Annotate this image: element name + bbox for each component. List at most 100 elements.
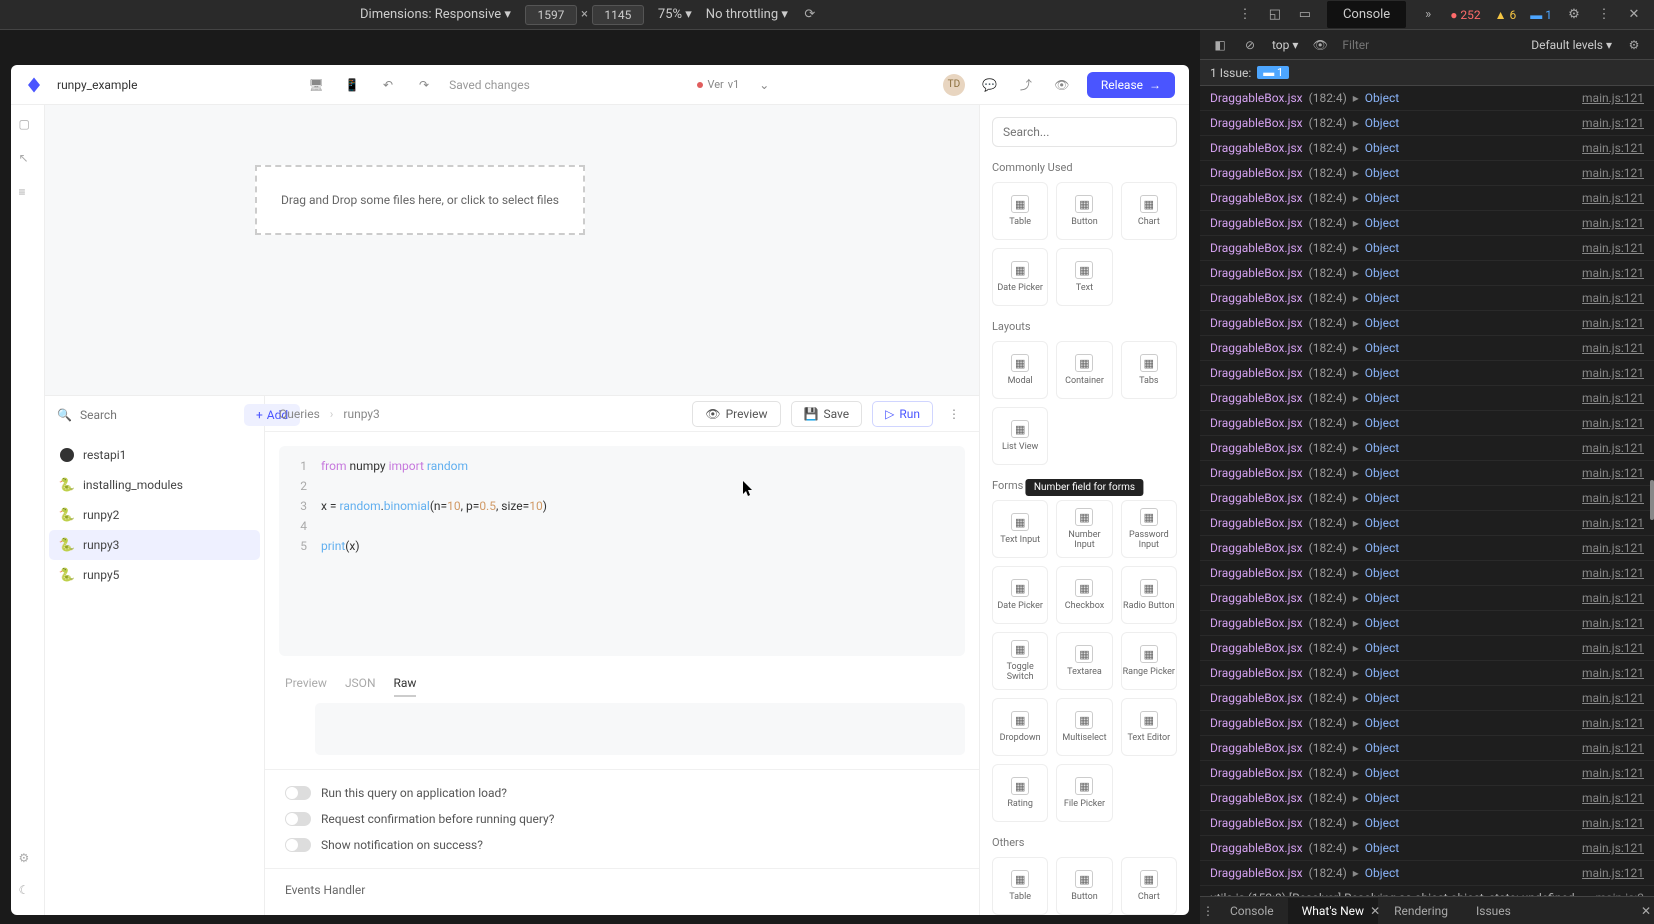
console-log-row[interactable]: DraggableBox.jsx (182:4) ▸Objectmain.js:…	[1200, 136, 1654, 161]
overflow-icon[interactable]: »	[1420, 7, 1436, 23]
component-list-view[interactable]: ▦List View	[992, 407, 1048, 465]
moon-icon[interactable]: ☾	[19, 883, 37, 901]
query-search-input[interactable]	[80, 408, 236, 422]
query-item-runpy2[interactable]: 🐍runpy2	[49, 500, 260, 530]
console-gear-icon[interactable]: ⚙	[1626, 37, 1642, 53]
canvas-area[interactable]: Drag and Drop some files here, or click …	[45, 105, 979, 395]
query-item-restapi1[interactable]: restapi1	[49, 440, 260, 470]
zoom-dropdown[interactable]: 75% ▾	[658, 7, 692, 22]
component-dropdown[interactable]: ▦Dropdown	[992, 698, 1048, 756]
console-log-row[interactable]: DraggableBox.jsx (182:4) ▸Objectmain.js:…	[1200, 161, 1654, 186]
events-handler-header[interactable]: Events Handler	[265, 868, 979, 903]
file-dropzone[interactable]: Drag and Drop some files here, or click …	[255, 165, 585, 235]
db-icon[interactable]: ≡	[19, 185, 37, 203]
chevron-down-icon[interactable]: ⌄	[753, 74, 775, 96]
console-log-row[interactable]: DraggableBox.jsx (182:4) ▸Objectmain.js:…	[1200, 686, 1654, 711]
component-textarea[interactable]: ▦Textarea	[1056, 632, 1112, 690]
component-multiselect[interactable]: ▦Multiselect	[1056, 698, 1112, 756]
inspect-icon[interactable]: ◱	[1267, 7, 1283, 23]
component-rating[interactable]: ▦Rating	[992, 764, 1048, 822]
clear-console-icon[interactable]: ⊘	[1242, 37, 1258, 53]
console-log-row[interactable]: DraggableBox.jsx (182:4) ▸Objectmain.js:…	[1200, 211, 1654, 236]
component-toggle-switch[interactable]: ▦Toggle Switch	[992, 632, 1048, 690]
source-link[interactable]: main.js:121	[1582, 214, 1644, 232]
source-link[interactable]: main.js:121	[1582, 539, 1644, 557]
error-badge[interactable]: ● 252	[1450, 8, 1480, 22]
component-number-input[interactable]: ▦Number InputNumber field for forms	[1056, 500, 1112, 558]
query-item-runpy5[interactable]: 🐍runpy5	[49, 560, 260, 590]
result-tab-raw[interactable]: Raw	[394, 676, 417, 697]
component-chart[interactable]: ▦Chart	[1121, 857, 1177, 915]
kebab-icon[interactable]: ⋮	[1596, 7, 1612, 23]
source-link[interactable]: main.js:121	[1582, 89, 1644, 107]
throttling-dropdown[interactable]: No throttling ▾	[706, 7, 788, 22]
component-button[interactable]: ▦Button	[1056, 182, 1112, 240]
component-modal[interactable]: ▦Modal	[992, 341, 1048, 399]
tab-console-bottom[interactable]: Console	[1216, 898, 1288, 924]
kebab-icon[interactable]: ⋮	[1200, 903, 1216, 919]
source-link[interactable]: main.js:121	[1582, 139, 1644, 157]
share-icon[interactable]: ⤴	[1015, 74, 1037, 96]
resize-handle[interactable]	[1650, 480, 1654, 520]
component-button[interactable]: ▦Button	[1056, 857, 1112, 915]
source-link[interactable]: main.js:121	[1582, 589, 1644, 607]
console-log-row[interactable]: DraggableBox.jsx (182:4) ▸Objectmain.js:…	[1200, 486, 1654, 511]
source-link[interactable]: main.js:121	[1582, 314, 1644, 332]
mobile-icon[interactable]: 📱	[341, 74, 363, 96]
preview-button[interactable]: 👁 Preview	[692, 401, 780, 427]
component-password-input[interactable]: ▦Password Input	[1121, 500, 1177, 558]
undo-icon[interactable]: ↶	[377, 74, 399, 96]
warning-badge[interactable]: ▲ 6	[1495, 8, 1517, 22]
console-log-row[interactable]: DraggableBox.jsx (182:4) ▸Objectmain.js:…	[1200, 761, 1654, 786]
console-log-row[interactable]: DraggableBox.jsx (182:4) ▸Objectmain.js:…	[1200, 561, 1654, 586]
toggle-notify[interactable]	[285, 838, 311, 852]
console-log-row[interactable]: DraggableBox.jsx (182:4) ▸Objectmain.js:…	[1200, 186, 1654, 211]
component-container[interactable]: ▦Container	[1056, 341, 1112, 399]
release-button[interactable]: Release →	[1087, 72, 1175, 98]
console-log-row[interactable]: DraggableBox.jsx (182:4) ▸Objectmain.js:…	[1200, 336, 1654, 361]
console-log-row[interactable]: DraggableBox.jsx (182:4) ▸Objectmain.js:…	[1200, 86, 1654, 111]
desktop-icon[interactable]: 🖥	[305, 74, 327, 96]
redo-icon[interactable]: ↷	[413, 74, 435, 96]
source-link[interactable]: main.js:121	[1582, 389, 1644, 407]
console-log-row[interactable]: DraggableBox.jsx (182:4) ▸Objectmain.js:…	[1200, 786, 1654, 811]
run-button[interactable]: ▷ Run	[872, 401, 933, 427]
levels-dropdown[interactable]: Default levels ▾	[1531, 38, 1612, 52]
menu-icon[interactable]: ⋮	[1237, 7, 1253, 23]
console-log-row[interactable]: DraggableBox.jsx (182:4) ▸Objectmain.js:…	[1200, 311, 1654, 336]
issues-bar[interactable]: 1 Issue: ▬ 1	[1200, 60, 1654, 86]
source-link[interactable]: main.js:121	[1582, 189, 1644, 207]
component-table[interactable]: ▦Table	[992, 182, 1048, 240]
query-item-installing_modules[interactable]: 🐍installing_modules	[49, 470, 260, 500]
source-link[interactable]: main.js:121	[1582, 564, 1644, 582]
source-link[interactable]: main.js:121	[1582, 739, 1644, 757]
code-editor[interactable]: 1from numpy import random23x = random.bi…	[279, 446, 965, 656]
avatar[interactable]: TD	[943, 74, 965, 96]
source-link[interactable]: main.js:121	[1582, 339, 1644, 357]
source-link[interactable]: main.js:121	[1582, 289, 1644, 307]
component-text-editor[interactable]: ▦Text Editor	[1121, 698, 1177, 756]
tab-issues[interactable]: Issues	[1462, 898, 1525, 924]
console-log-row[interactable]: DraggableBox.jsx (182:4) ▸Objectmain.js:…	[1200, 536, 1654, 561]
component-search-input[interactable]	[992, 117, 1177, 147]
pages-icon[interactable]: ▢	[19, 117, 37, 135]
result-tab-preview[interactable]: Preview	[285, 676, 327, 697]
width-input[interactable]	[525, 5, 577, 25]
source-link[interactable]: main.js:121	[1582, 514, 1644, 532]
source-link[interactable]: main.js:121	[1582, 439, 1644, 457]
pointer-icon[interactable]: ↖	[19, 151, 37, 169]
component-range-picker[interactable]: ▦Range Picker	[1121, 632, 1177, 690]
console-log-row[interactable]: DraggableBox.jsx (182:4) ▸Objectmain.js:…	[1200, 461, 1654, 486]
source-link[interactable]: main.js:121	[1582, 114, 1644, 132]
console-log-row[interactable]: DraggableBox.jsx (182:4) ▸Objectmain.js:…	[1200, 411, 1654, 436]
version-select[interactable]: Ver v1	[697, 78, 739, 91]
source-link[interactable]: main.js:121	[1582, 364, 1644, 382]
console-log-row[interactable]: DraggableBox.jsx (182:4) ▸Objectmain.js:…	[1200, 736, 1654, 761]
console-filter-input[interactable]	[1342, 38, 1517, 52]
close-drawer-icon[interactable]: ✕	[1638, 903, 1654, 919]
component-table[interactable]: ▦Table	[992, 857, 1048, 915]
live-expr-icon[interactable]: 👁	[1312, 37, 1328, 53]
rotate-icon[interactable]: ⟳	[802, 7, 818, 23]
component-tabs[interactable]: ▦Tabs	[1121, 341, 1177, 399]
comment-icon[interactable]: 💬	[979, 74, 1001, 96]
